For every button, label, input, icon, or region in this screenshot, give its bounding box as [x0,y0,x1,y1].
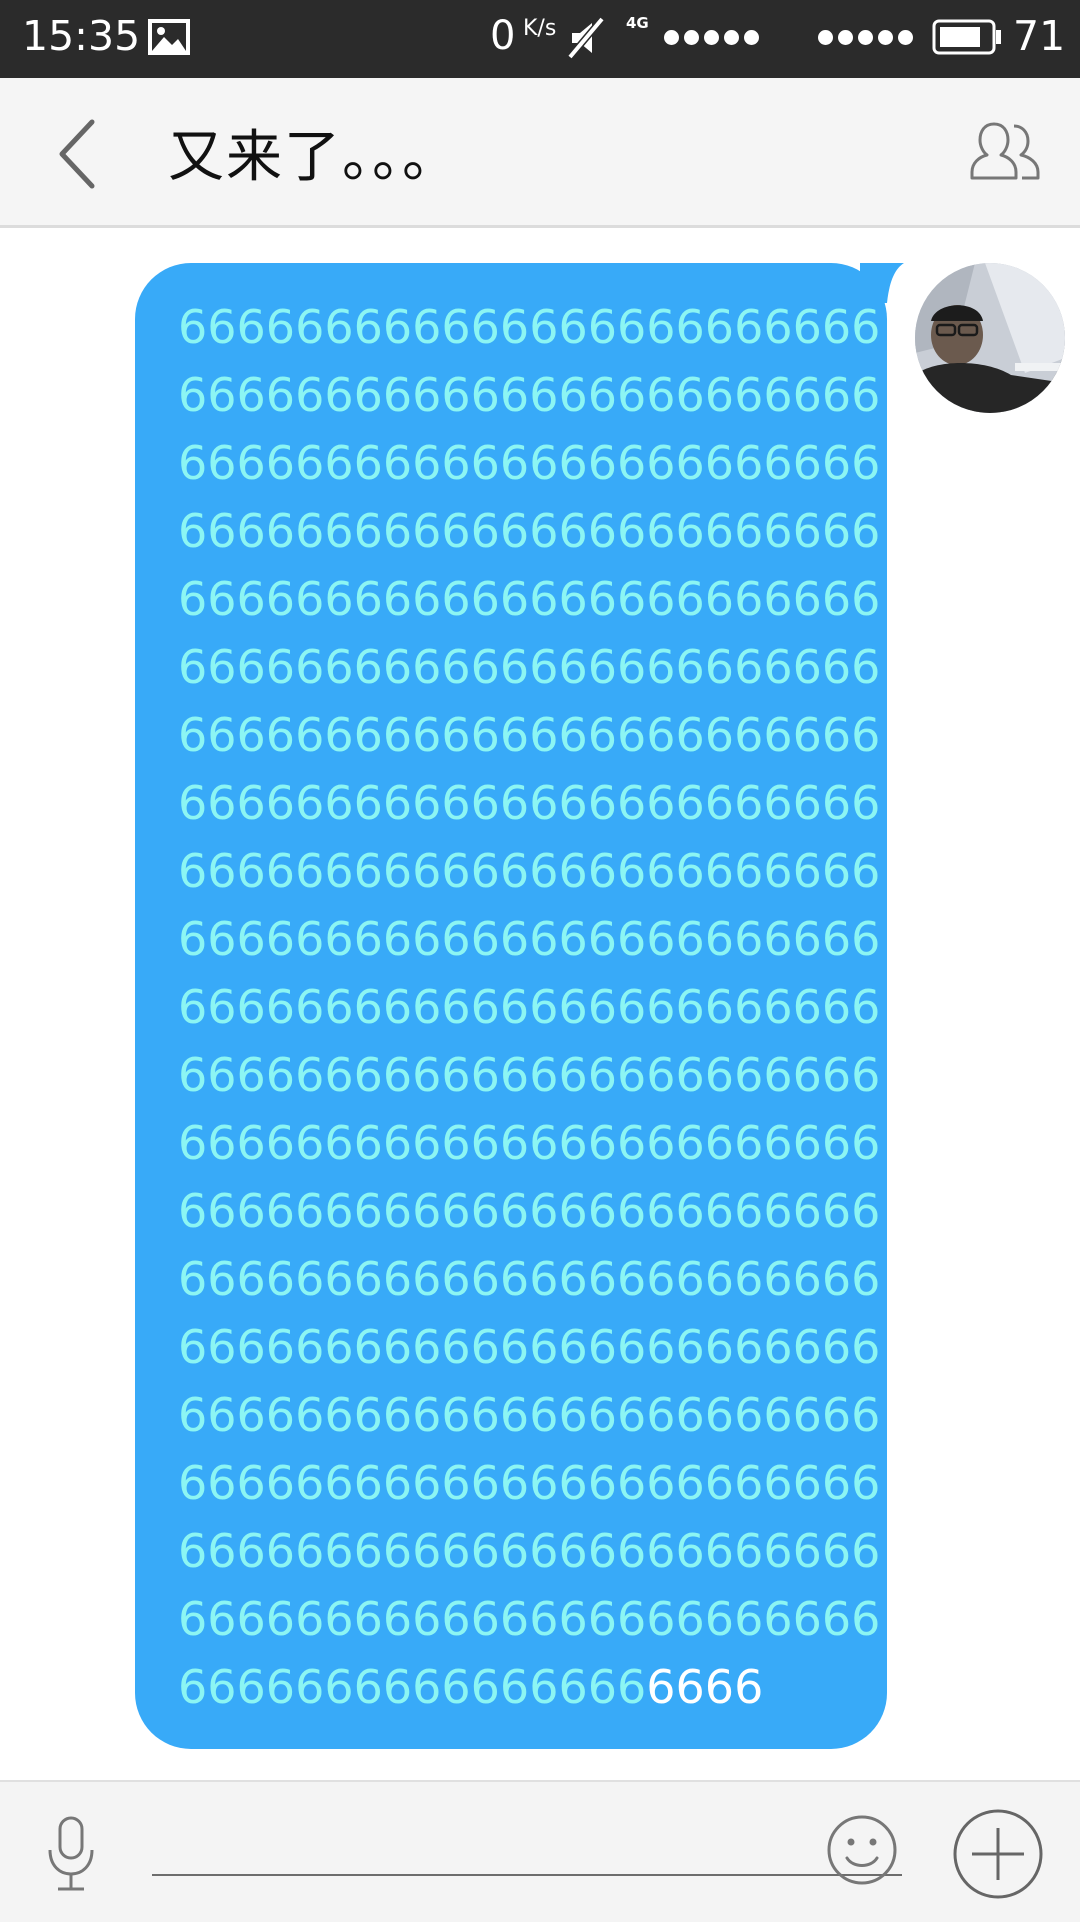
net-speed-unit: K/s [523,16,557,41]
message-line: 666666666666666666666666 [178,1116,881,1170]
message-line: 666666666666666666666666 [178,300,881,354]
message-line: 666666666666666666666666 [178,1048,881,1102]
message-line: 666666666666666666666666 [178,436,881,490]
message-line: 666666666666666666666666 [178,1320,881,1374]
message-line: 66666666666666666666 [178,1653,838,1721]
message-line-text: 6666666666666666 [178,1660,647,1714]
message-input[interactable] [152,1812,902,1876]
message-line: 666666666666666666666666 [178,776,881,830]
mute-icon [567,17,605,59]
input-bar [0,1780,1080,1922]
message-line: 666666666666666666666666 [178,980,881,1034]
message-line: 666666666666666666666666 [178,844,881,898]
status-time: 15:35 [22,12,141,60]
message-line: 666666666666666666666666 [178,1184,881,1238]
message-list[interactable]: 666666666666666666666666 6666666666666666… [0,228,1080,1780]
message-line: 666666666666666666666666 [178,1592,881,1646]
message-text: 666666666666666666666666 6666666666666666… [178,293,881,1721]
battery-icon [932,19,1001,55]
message-line: 666666666666666666666666 [178,1252,881,1306]
net-speed-value: 0 [490,13,516,59]
message-line: 666666666666666666666666 [178,708,881,762]
page-title: 又来了。。。 [168,125,460,190]
message-line: 666666666666666666666666 [178,504,881,558]
gallery-icon [148,19,190,55]
microphone-icon[interactable] [42,1814,100,1894]
message-line: 666666666666666666666666 [178,572,881,626]
message-line: 666666666666666666666666 [178,1524,881,1578]
message-line: 666666666666666666666666 [178,640,881,694]
signal-dots-icon [664,30,759,46]
smiley-icon[interactable] [826,1814,898,1886]
chat-header: 又来了。。。 [0,78,1080,228]
status-bar: 15:35 0 K/s 4G 71 [0,0,1080,78]
group-members-icon[interactable] [966,116,1046,186]
bubble-tail [860,263,904,303]
signal-dots-icon [818,30,913,46]
message-line: 666666666666666666666666 [178,1388,881,1442]
battery-level: 71 [1013,12,1066,60]
chevron-left-icon[interactable] [52,114,102,194]
network-type: 4G [626,14,649,32]
message-line-tail: 6666 [646,1660,764,1714]
message-bubble[interactable]: 666666666666666666666666 6666666666666666… [135,263,887,1749]
message-line: 666666666666666666666666 [178,368,881,422]
avatar[interactable] [915,263,1065,413]
plus-circle-icon[interactable] [952,1808,1044,1900]
message-line: 666666666666666666666666 [178,1456,881,1510]
message-line: 666666666666666666666666 [178,912,881,966]
